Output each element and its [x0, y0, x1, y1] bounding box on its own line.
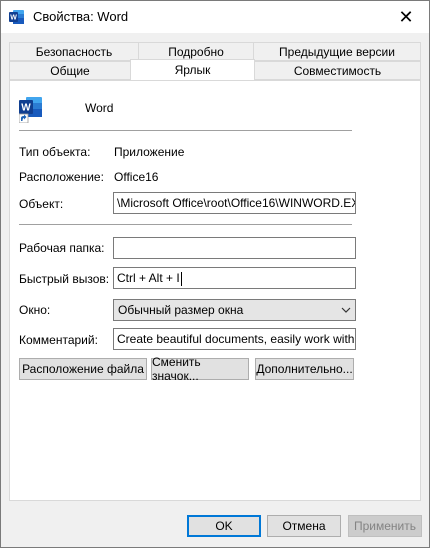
- properties-dialog: W Свойства: Word ✕ Безопасность Подробно…: [0, 0, 430, 548]
- comment-label: Комментарий:: [19, 333, 98, 347]
- cancel-button[interactable]: Отмена: [267, 515, 341, 537]
- svg-text:W: W: [10, 15, 17, 22]
- tab-shortcut[interactable]: Ярлык: [130, 59, 255, 80]
- target-label: Объект:: [19, 197, 64, 211]
- open-file-location-button[interactable]: Расположение файла: [19, 358, 147, 380]
- location-label: Расположение:: [19, 170, 104, 184]
- ok-button[interactable]: OK: [187, 515, 261, 537]
- apply-button[interactable]: Применить: [348, 515, 422, 537]
- hotkey-label: Быстрый вызов:: [19, 272, 110, 286]
- shortcut-name: Word: [85, 101, 114, 115]
- run-label: Окно:: [19, 303, 51, 317]
- tab-previous-versions[interactable]: Предыдущие версии: [253, 42, 421, 61]
- separator: [19, 130, 352, 131]
- word-app-icon: W: [9, 10, 24, 24]
- start-in-field[interactable]: [113, 237, 356, 259]
- hotkey-value: Ctrl + Alt + I: [117, 271, 180, 285]
- change-icon-button[interactable]: Сменить значок...: [151, 355, 249, 383]
- window-title: Свойства: Word: [33, 9, 129, 24]
- start-in-label: Рабочая папка:: [19, 241, 105, 255]
- comment-field[interactable]: Create beautiful documents, easily work …: [113, 328, 356, 350]
- chevron-down-icon: [341, 300, 351, 327]
- tab-security[interactable]: Безопасность: [9, 42, 139, 61]
- location-value: Office16: [114, 170, 159, 184]
- run-select-value: Обычный размер окна: [118, 303, 244, 317]
- type-label: Тип объекта:: [19, 145, 91, 159]
- text-caret: [180, 271, 182, 286]
- separator: [19, 224, 352, 225]
- word-shortcut-icon: W: [19, 97, 42, 123]
- advanced-button[interactable]: Дополнительно...: [255, 358, 354, 380]
- target-field[interactable]: \Microsoft Office\root\Office16\WINWORD.…: [113, 192, 356, 214]
- tab-panel: [9, 80, 421, 501]
- title-bar: W Свойства: Word ✕: [1, 1, 429, 33]
- tab-compatibility[interactable]: Совместимость: [254, 61, 421, 80]
- svg-text:W: W: [21, 103, 31, 114]
- tab-general[interactable]: Общие: [9, 61, 131, 80]
- hotkey-field[interactable]: Ctrl + Alt + I: [113, 267, 356, 289]
- close-icon[interactable]: ✕: [383, 1, 429, 33]
- type-value: Приложение: [114, 145, 185, 159]
- run-select[interactable]: Обычный размер окна: [113, 299, 356, 321]
